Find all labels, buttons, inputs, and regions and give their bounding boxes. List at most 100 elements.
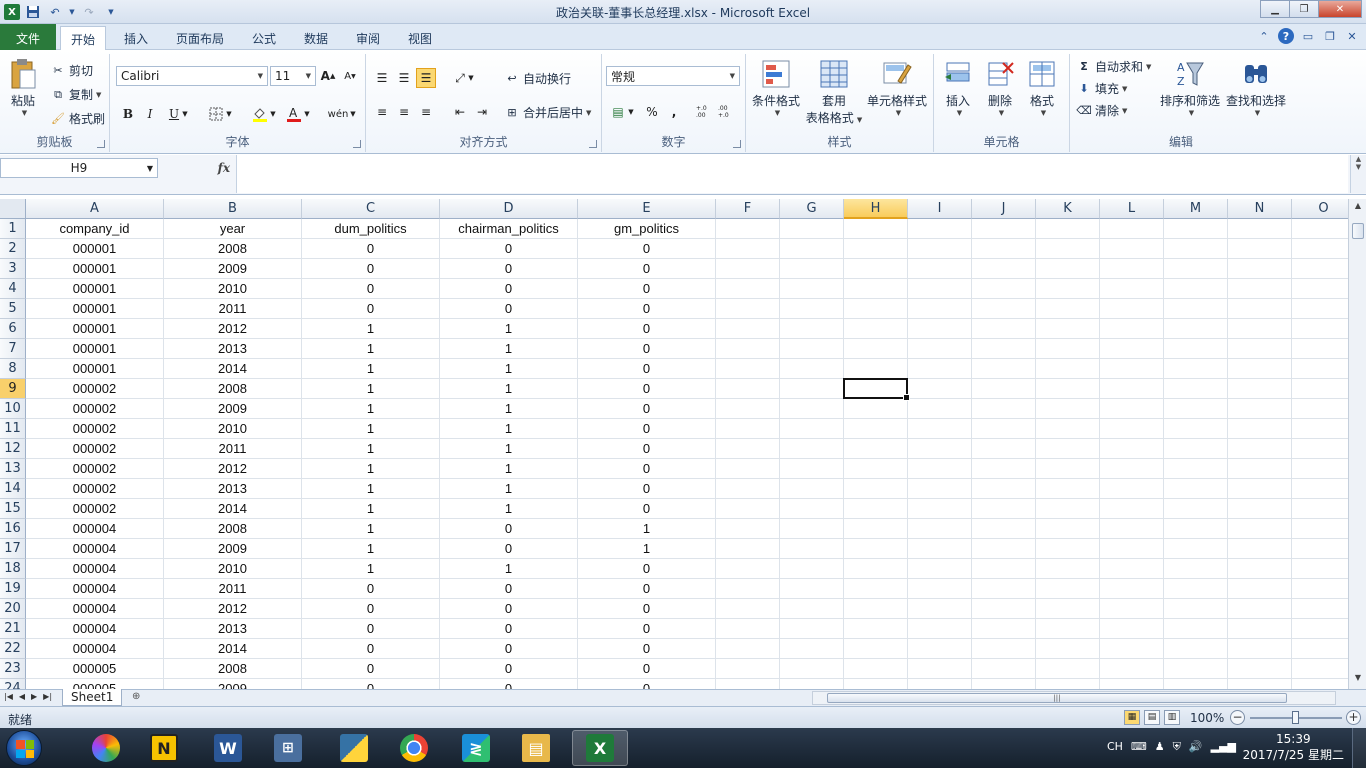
cell-c12[interactable]: 1 [302,439,440,459]
cell-j17[interactable] [972,539,1036,559]
cell-g10[interactable] [780,399,844,419]
find-select-dropdown-icon[interactable]: ▼ [1255,109,1260,117]
cell-d10[interactable]: 1 [440,399,578,419]
cell-o2[interactable] [1292,239,1348,259]
cell-b20[interactable]: 2012 [164,599,302,619]
cell-e18[interactable]: 0 [578,559,716,579]
cell-i15[interactable] [908,499,972,519]
column-header-k[interactable]: K [1036,199,1100,219]
cell-m12[interactable] [1164,439,1228,459]
insert-sheet-icon[interactable]: ⊕ [132,691,148,705]
cell-f16[interactable] [716,519,780,539]
cell-m7[interactable] [1164,339,1228,359]
cell-n10[interactable] [1228,399,1292,419]
zoom-slider-thumb[interactable] [1292,711,1299,724]
cell-o9[interactable] [1292,379,1348,399]
horizontal-scroll-thumb[interactable]: ||| [827,693,1287,703]
cell-n6[interactable] [1228,319,1292,339]
cell-d16[interactable]: 0 [440,519,578,539]
cell-e23[interactable]: 0 [578,659,716,679]
cell-b22[interactable]: 2014 [164,639,302,659]
cell-d20[interactable]: 0 [440,599,578,619]
column-header-c[interactable]: C [302,199,440,219]
cell-l22[interactable] [1100,639,1164,659]
row-header[interactable]: 13 [0,459,26,479]
cell-k11[interactable] [1036,419,1100,439]
align-middle-icon[interactable]: ☰ [394,68,414,88]
cell-o14[interactable] [1292,479,1348,499]
cell-k1[interactable] [1036,219,1100,239]
cell-g2[interactable] [780,239,844,259]
formula-input[interactable] [236,155,1348,193]
row-header[interactable]: 21 [0,619,26,639]
cell-c10[interactable]: 1 [302,399,440,419]
cell-i10[interactable] [908,399,972,419]
column-header-n[interactable]: N [1228,199,1292,219]
cell-g17[interactable] [780,539,844,559]
cell-m22[interactable] [1164,639,1228,659]
row-header[interactable]: 22 [0,639,26,659]
cell-i18[interactable] [908,559,972,579]
cell-i1[interactable] [908,219,972,239]
cell-o3[interactable] [1292,259,1348,279]
cell-o12[interactable] [1292,439,1348,459]
cell-g11[interactable] [780,419,844,439]
cell-f5[interactable] [716,299,780,319]
cell-o13[interactable] [1292,459,1348,479]
cell-c13[interactable]: 1 [302,459,440,479]
cell-m23[interactable] [1164,659,1228,679]
cell-a19[interactable]: 000004 [26,579,164,599]
select-all-corner[interactable] [0,199,26,219]
cell-j2[interactable] [972,239,1036,259]
network-icon[interactable]: ▂▄▆ [1211,740,1236,754]
cell-a2[interactable]: 000001 [26,239,164,259]
format-painter-button[interactable]: 🖌 格式刷 [50,110,105,127]
cell-b8[interactable]: 2014 [164,359,302,379]
cell-e14[interactable]: 0 [578,479,716,499]
cell-o21[interactable] [1292,619,1348,639]
taskbar-clock[interactable]: 15:39 2017/7/25 星期二 [1243,731,1344,763]
cell-f6[interactable] [716,319,780,339]
clear-button[interactable]: ⌫ 清除 ▼ [1076,102,1127,119]
cell-o1[interactable] [1292,219,1348,239]
cell-o20[interactable] [1292,599,1348,619]
cell-c1[interactable]: dum_politics [302,219,440,239]
row-header[interactable]: 14 [0,479,26,499]
cell-g12[interactable] [780,439,844,459]
font-launcher-icon[interactable] [353,140,361,148]
column-header-f[interactable]: F [716,199,780,219]
show-desktop-button[interactable] [1352,728,1366,768]
cell-f18[interactable] [716,559,780,579]
cell-i16[interactable] [908,519,972,539]
taskbar-picasa[interactable] [78,730,134,766]
row-header[interactable]: 16 [0,519,26,539]
cell-d19[interactable]: 0 [440,579,578,599]
cell-m21[interactable] [1164,619,1228,639]
cell-styles-dropdown-icon[interactable]: ▼ [896,109,901,117]
cell-a11[interactable]: 000002 [26,419,164,439]
cell-j21[interactable] [972,619,1036,639]
cell-j24[interactable] [972,679,1036,689]
cell-a5[interactable]: 000001 [26,299,164,319]
cell-m1[interactable] [1164,219,1228,239]
cell-e21[interactable]: 0 [578,619,716,639]
cell-m17[interactable] [1164,539,1228,559]
cell-e2[interactable]: 0 [578,239,716,259]
insert-function-button[interactable]: fx [160,158,236,178]
cell-a17[interactable]: 000004 [26,539,164,559]
alignment-launcher-icon[interactable] [589,140,597,148]
taskbar-word[interactable]: W [200,730,256,766]
cell-n12[interactable] [1228,439,1292,459]
tab-formulas[interactable]: 公式 [242,26,286,50]
format-as-table-button[interactable]: 套用 表格格式 ▼ [804,58,864,126]
cell-m4[interactable] [1164,279,1228,299]
row-header[interactable]: 12 [0,439,26,459]
workbook-close-icon[interactable]: ✕ [1344,28,1360,44]
cell-k16[interactable] [1036,519,1100,539]
cell-j14[interactable] [972,479,1036,499]
cell-g16[interactable] [780,519,844,539]
cell-j10[interactable] [972,399,1036,419]
column-header-d[interactable]: D [440,199,578,219]
cell-k6[interactable] [1036,319,1100,339]
autosum-dropdown-icon[interactable]: ▼ [1146,63,1151,71]
